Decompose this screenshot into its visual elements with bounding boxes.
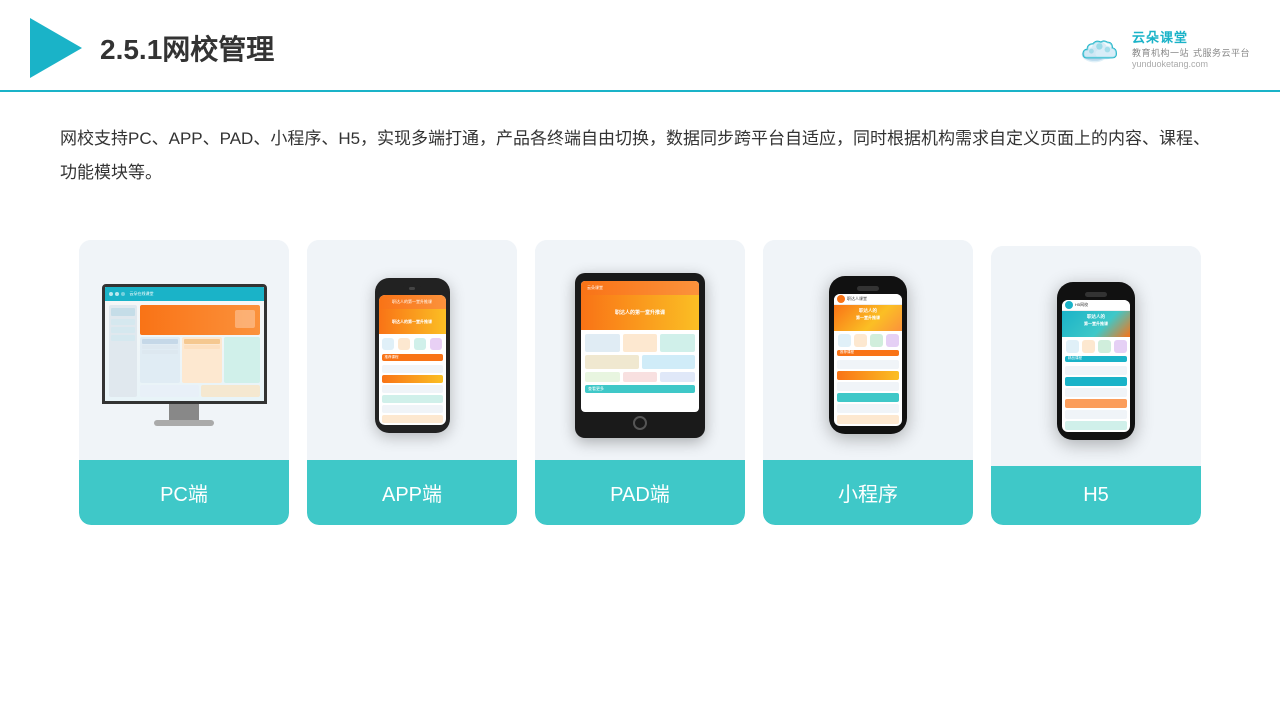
title-prefix: 2.5.1 — [100, 34, 162, 65]
header-left: 2.5.1网校管理 — [30, 18, 274, 78]
card-image-pc: 云朵在线课堂 — [79, 240, 289, 460]
card-label-pad: PAD端 — [535, 460, 745, 525]
card-image-miniprogram: 职达人课堂 职达人的 第一堂升推课 推荐课程 — [763, 240, 973, 460]
card-label-h5: H5 — [991, 466, 1201, 525]
monitor-screen: 云朵在线课堂 — [102, 284, 267, 404]
brand-logo-area: 云朵课堂 教育机构一站 式服务云平台 yunduoketang.com — [1076, 27, 1250, 69]
title-text: 网校管理 — [162, 34, 274, 65]
brand-logo: 云朵课堂 教育机构一站 式服务云平台 yunduoketang.com — [1076, 27, 1250, 69]
brand-name-text: 云朵课堂 教育机构一站 式服务云平台 yunduoketang.com — [1132, 27, 1250, 69]
card-app: 职达人的第一堂升推课 职达人的 第一堂升推课 推荐课程 — [307, 240, 517, 525]
description-text: 网校支持PC、APP、PAD、小程序、H5，实现多端打通，产品各终端自由切换，数… — [0, 92, 1280, 200]
card-label-app: APP端 — [307, 460, 517, 525]
cloud-icon — [1076, 32, 1126, 64]
card-image-app: 职达人的第一堂升推课 职达人的 第一堂升推课 推荐课程 — [307, 240, 517, 460]
card-miniprogram: 职达人课堂 职达人的 第一堂升推课 推荐课程 — [763, 240, 973, 525]
tablet-mockup: 云朵课堂 职达人的第一堂升推课 — [575, 273, 705, 438]
brand-icon-row: 云朵课堂 教育机构一站 式服务云平台 yunduoketang.com — [1076, 27, 1250, 69]
mini-phone-miniprogram: 职达人课堂 职达人的 第一堂升推课 推荐课程 — [829, 276, 907, 434]
platform-cards: 云朵在线课堂 — [0, 210, 1280, 565]
page-title: 2.5.1网校管理 — [100, 28, 274, 68]
logo-triangle-icon — [30, 18, 82, 78]
card-image-h5: H5网校 职达人的 第一堂升推课 精品课程 — [991, 246, 1201, 466]
card-pad: 云朵课堂 职达人的第一堂升推课 — [535, 240, 745, 525]
card-label-pc: PC端 — [79, 460, 289, 525]
card-image-pad: 云朵课堂 职达人的第一堂升推课 — [535, 240, 745, 460]
card-pc: 云朵在线课堂 — [79, 240, 289, 525]
card-label-miniprogram: 小程序 — [763, 460, 973, 525]
phone-mockup-app: 职达人的第一堂升推课 职达人的 第一堂升推课 推荐课程 — [375, 278, 450, 433]
card-h5: H5网校 职达人的 第一堂升推课 精品课程 — [991, 246, 1201, 525]
page-header: 2.5.1网校管理 — [0, 0, 1280, 92]
desktop-mockup: 云朵在线课堂 — [102, 284, 267, 426]
mini-phone-h5: H5网校 职达人的 第一堂升推课 精品课程 — [1057, 282, 1135, 440]
